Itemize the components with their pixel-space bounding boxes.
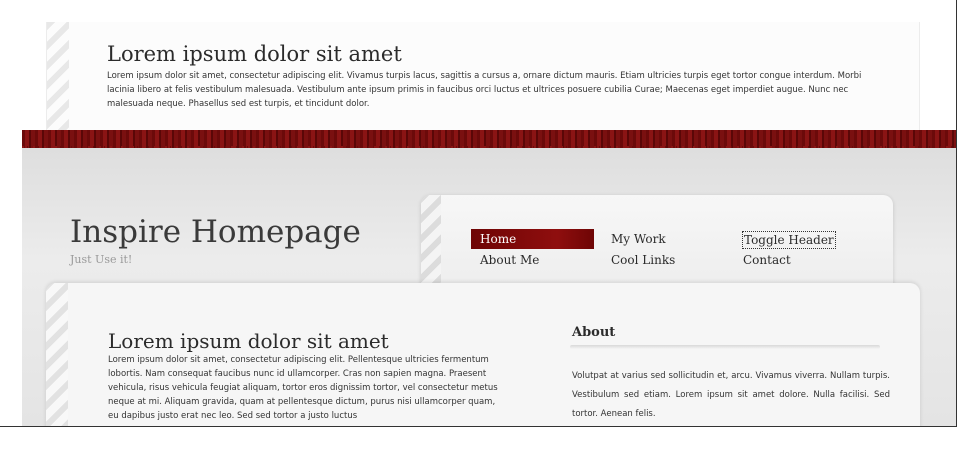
nav-link-home[interactable]: Home — [471, 229, 594, 249]
header-panel-text: Lorem ipsum dolor sit amet, consectetur … — [107, 71, 862, 109]
about-divider — [570, 345, 880, 349]
nav-link-my-work[interactable]: My Work — [611, 231, 666, 247]
article-text: Lorem ipsum dolor sit amet, consectetur … — [108, 355, 498, 421]
header-panel-heading: Lorem ipsum dolor sit amet — [107, 42, 402, 66]
about-text: Volutpat at varius sed sollicitudin et, … — [572, 371, 890, 419]
decorative-red-band — [22, 130, 956, 152]
article-heading: Lorem ipsum dolor sit amet — [108, 329, 389, 353]
main-navigation: Home My Work Toggle Header About Me Cool… — [421, 195, 893, 295]
about-heading: About — [572, 325, 616, 340]
nav-link-about-me[interactable]: About Me — [480, 252, 539, 268]
content-panel: Lorem ipsum dolor sit amet Lorem ipsum d… — [46, 283, 920, 426]
nav-link-cool-links[interactable]: Cool Links — [611, 252, 675, 268]
content-stripe-decoration — [46, 283, 68, 426]
site-body: Inspire Homepage Just Use it! Home My Wo… — [22, 148, 956, 426]
nav-link-contact[interactable]: Contact — [743, 252, 791, 268]
panel-stripe-decoration — [47, 22, 69, 130]
site-title[interactable]: Inspire Homepage — [70, 214, 361, 250]
site-tagline: Just Use it! — [70, 253, 133, 266]
browser-viewport: Lorem ipsum dolor sit amet Lorem ipsum d… — [0, 0, 957, 427]
nav-stripe-decoration — [421, 195, 441, 295]
collapsible-header-panel: Lorem ipsum dolor sit amet Lorem ipsum d… — [46, 22, 920, 130]
toggle-header-link[interactable]: Toggle Header — [742, 231, 836, 249]
